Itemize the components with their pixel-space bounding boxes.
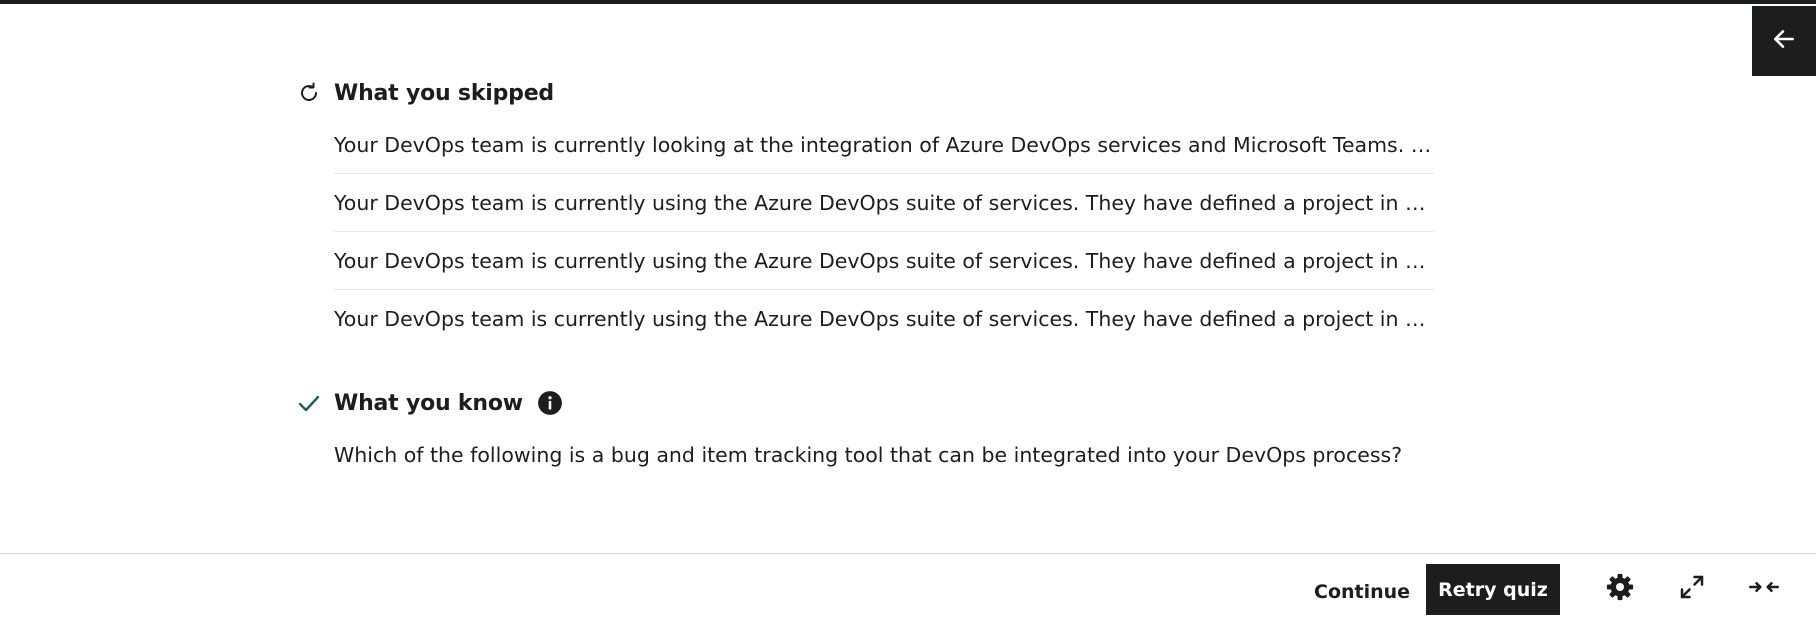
known-section-header: What you know: [296, 380, 1436, 426]
footer-bar: Continue Retry quiz: [0, 553, 1816, 621]
settings-button[interactable]: [1597, 566, 1643, 612]
gear-icon: [1605, 572, 1635, 606]
skipped-section-header: What you skipped: [296, 70, 1436, 116]
collapse-sidebar-icon: [1749, 572, 1779, 606]
known-section-title: What you know: [334, 390, 523, 416]
skipped-question-item[interactable]: Your DevOps team is currently looking at…: [334, 116, 1434, 174]
checkmark-icon: [296, 390, 322, 416]
fullscreen-button[interactable]: [1669, 566, 1715, 612]
info-icon[interactable]: [537, 390, 563, 416]
skipped-list: Your DevOps team is currently looking at…: [334, 116, 1434, 348]
retry-arrow-icon: [296, 80, 322, 106]
continue-button[interactable]: Continue: [1300, 566, 1424, 618]
known-list: Which of the following is a bug and item…: [334, 426, 1434, 484]
quiz-results: What you skipped Your DevOps team is cur…: [296, 70, 1436, 484]
expand-icon: [1677, 572, 1707, 606]
back-button[interactable]: [1752, 6, 1816, 76]
retry-quiz-button[interactable]: Retry quiz: [1426, 564, 1560, 615]
collapse-sidebar-button[interactable]: [1741, 566, 1787, 612]
skipped-question-item[interactable]: Your DevOps team is currently using the …: [334, 290, 1434, 348]
arrow-left-icon: [1771, 26, 1797, 56]
skipped-question-item[interactable]: Your DevOps team is currently using the …: [334, 232, 1434, 290]
known-question-item[interactable]: Which of the following is a bug and item…: [334, 426, 1434, 484]
skipped-question-item[interactable]: Your DevOps team is currently using the …: [334, 174, 1434, 232]
skipped-section-title: What you skipped: [334, 80, 554, 106]
top-progress-bar: [0, 0, 1816, 4]
